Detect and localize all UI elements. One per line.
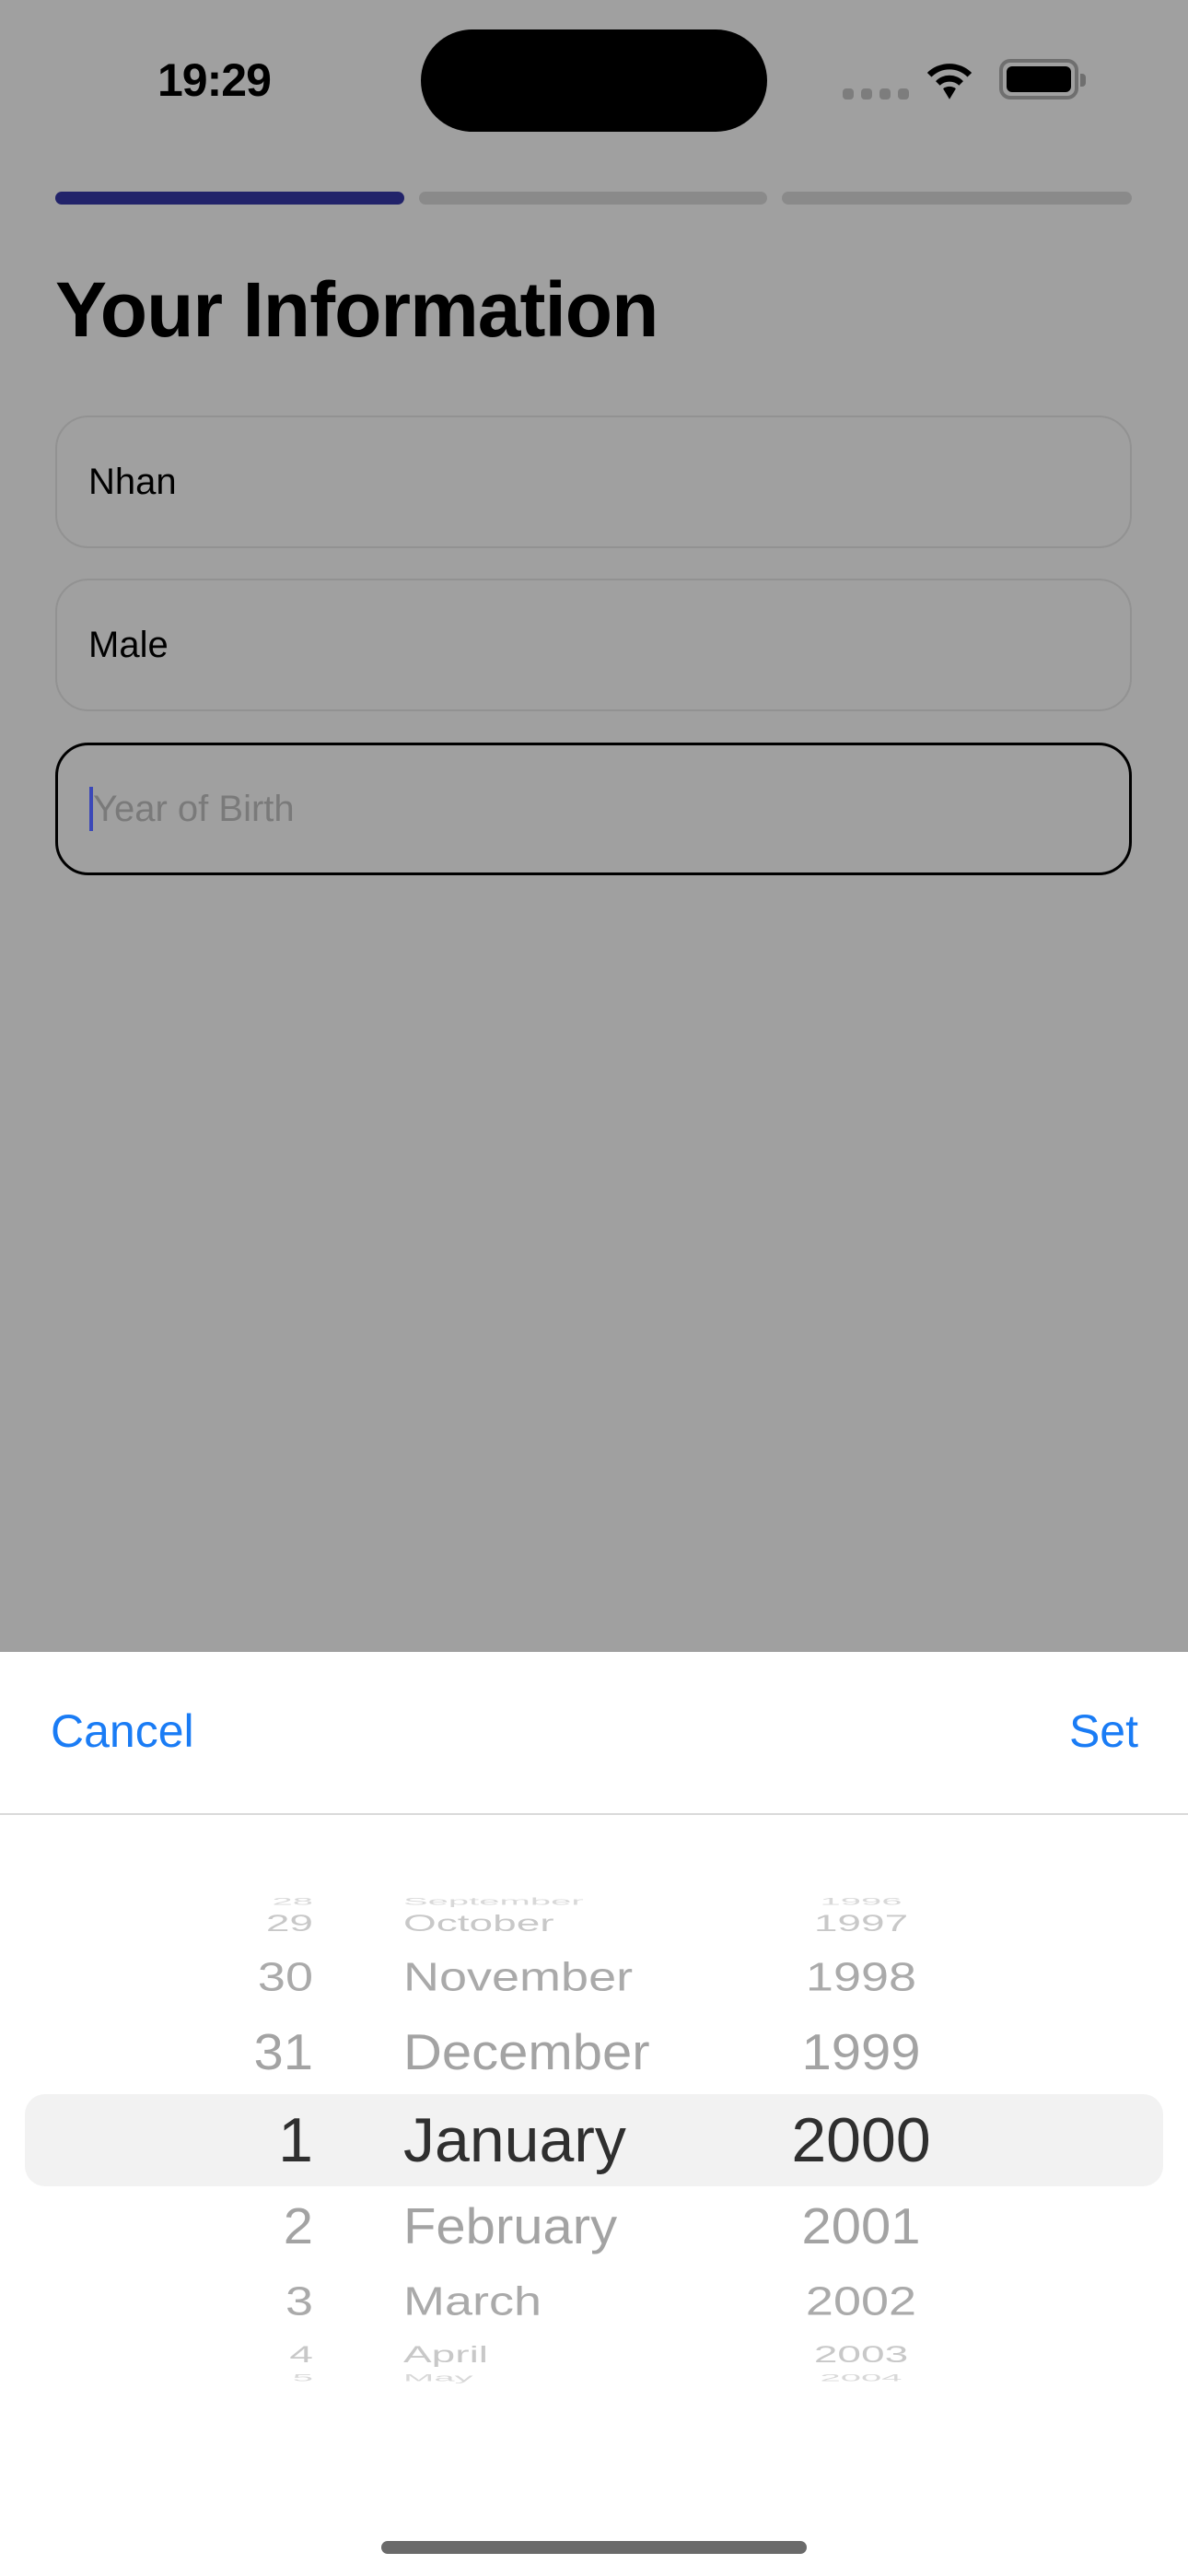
date-picker-sheet: Cancel Set 28 29 30 31 1 2 3 4 5 September Octobe… (0, 1652, 1188, 2576)
year-option[interactable]: 1997 (737, 1911, 985, 1934)
month-option[interactable]: December (396, 2027, 728, 2078)
year-option[interactable]: 2003 (737, 2342, 985, 2365)
month-option[interactable]: October (396, 1911, 728, 1934)
month-option[interactable]: November (396, 1957, 728, 1996)
month-option[interactable]: April (396, 2342, 728, 2365)
battery-icon (999, 59, 1086, 100)
day-option[interactable]: 31 (0, 2027, 313, 2078)
day-option[interactable]: 30 (0, 1957, 313, 1996)
month-option[interactable]: January (396, 2109, 728, 2172)
month-option[interactable]: September (396, 1896, 728, 1906)
year-option[interactable]: 2000 (737, 2109, 985, 2172)
month-option[interactable]: March (396, 2281, 728, 2321)
year-option[interactable]: 1999 (737, 2027, 985, 2078)
progress-step-3 (782, 192, 1132, 205)
day-option[interactable]: 2 (0, 2201, 313, 2252)
year-option[interactable]: 1998 (737, 1957, 985, 1996)
year-option[interactable]: 2002 (737, 2281, 985, 2321)
status-time: 19:29 (157, 54, 272, 106)
page-title: Your Information (55, 266, 658, 353)
gender-field[interactable]: Male (55, 579, 1132, 711)
year-of-birth-field[interactable]: Year of Birth (55, 743, 1132, 875)
day-option[interactable]: 4 (0, 2342, 313, 2365)
day-option[interactable]: 28 (0, 1896, 314, 1906)
day-option[interactable]: 1 (0, 2109, 313, 2172)
name-field[interactable]: Nhan (55, 416, 1132, 548)
name-value: Nhan (88, 461, 177, 502)
year-of-birth-placeholder: Year of Birth (93, 788, 295, 829)
gender-value: Male (88, 624, 169, 665)
progress-step-2 (419, 192, 767, 205)
dynamic-island (421, 29, 767, 132)
wifi-icon (926, 64, 973, 100)
month-option[interactable]: May (396, 2372, 728, 2383)
day-option[interactable]: 3 (0, 2281, 313, 2321)
progress-step-1 (55, 192, 404, 205)
year-option[interactable]: 1996 (737, 1896, 985, 1906)
month-wheel[interactable]: September October November December January F… (396, 1652, 728, 2576)
day-wheel[interactable]: 28 29 30 31 1 2 3 4 5 (0, 1652, 313, 2576)
day-option[interactable]: 29 (0, 1911, 313, 1934)
set-button[interactable]: Set (1069, 1704, 1138, 1758)
year-option[interactable]: 2004 (737, 2372, 985, 2383)
home-indicator (381, 2541, 807, 2554)
day-option[interactable]: 5 (0, 2372, 313, 2383)
year-wheel[interactable]: 1996 1997 1998 1999 2000 2001 2002 2003 2004 (737, 1652, 985, 2576)
year-option[interactable]: 2001 (737, 2201, 985, 2252)
month-option[interactable]: February (396, 2201, 728, 2252)
